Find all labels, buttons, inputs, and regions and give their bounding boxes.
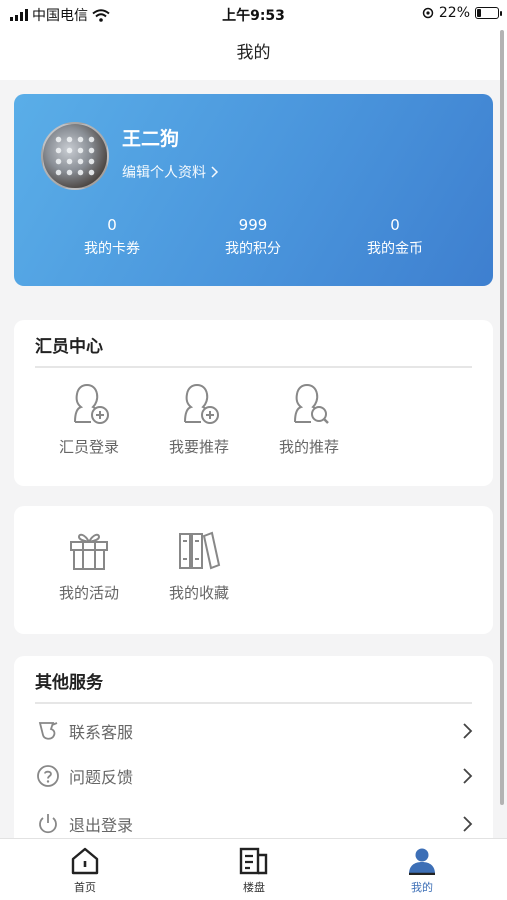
chevron-right-icon (463, 768, 473, 784)
row-label: 问题反馈 (69, 768, 134, 787)
home-icon (71, 847, 99, 875)
divider (35, 366, 472, 368)
grid-item-label: 我的收藏 (168, 584, 229, 602)
profile-card: 王二狗 编辑个人资料 0 我的卡券 999 我的积分 0 我的金币 (14, 94, 493, 286)
tab-bar: 首页 楼盘 我的 (0, 838, 507, 900)
customer-service-icon (38, 722, 58, 740)
profile-name: 王二狗 (122, 128, 180, 150)
grid-item-label: 汇员登录 (58, 438, 119, 456)
tab-buildings[interactable]: 楼盘 (214, 847, 294, 895)
grid-item-label: 我的活动 (58, 584, 119, 602)
user-add-icon (74, 383, 109, 424)
section-title: 汇员中心 (35, 337, 103, 357)
orientation-lock-icon (422, 7, 434, 19)
power-icon (39, 814, 57, 834)
tab-home[interactable]: 首页 (45, 847, 125, 895)
stat-coupons[interactable]: 0 我的卡券 (47, 216, 177, 258)
activity-card: 我的活动 我的收藏 (14, 506, 493, 634)
building-list-icon (239, 847, 268, 875)
edit-profile-link[interactable]: 编辑个人资料 (122, 162, 220, 182)
grid-item-label: 我的推荐 (278, 438, 339, 456)
avatar[interactable] (41, 122, 109, 190)
books-icon (179, 531, 221, 570)
tab-label: 我的 (411, 881, 433, 894)
divider (35, 702, 472, 704)
question-icon (37, 765, 59, 787)
member-login-button[interactable]: 汇员登录 (44, 382, 134, 457)
battery-percent: 22% (438, 5, 470, 21)
contact-service-row[interactable]: 联系客服 (35, 711, 475, 751)
stat-value: 999 (238, 216, 268, 234)
tab-label: 首页 (74, 881, 96, 894)
chevron-right-icon (463, 723, 473, 739)
stat-label: 我的卡券 (84, 241, 140, 257)
user-search-icon (294, 383, 329, 424)
chevron-right-icon (463, 816, 473, 832)
battery-icon (475, 7, 502, 19)
tab-label: 楼盘 (243, 881, 265, 894)
stat-value: 0 (107, 216, 117, 234)
status-bar: 中国电信 上午9:53 22% (0, 0, 507, 28)
stat-coins[interactable]: 0 我的金币 (330, 216, 460, 258)
feedback-row[interactable]: 问题反馈 (35, 756, 475, 796)
scrollbar[interactable] (500, 30, 504, 805)
other-services-card: 其他服务 联系客服 问题反馈 退出登录 (14, 656, 493, 856)
stat-points[interactable]: 999 我的积分 (188, 216, 318, 258)
page-title: 我的 (0, 28, 507, 80)
row-label: 联系客服 (69, 723, 134, 742)
stat-value: 0 (390, 216, 400, 234)
my-favorites-button[interactable]: 我的收藏 (154, 528, 244, 603)
my-recommendations-button[interactable]: 我的推荐 (264, 382, 354, 457)
my-activities-button[interactable]: 我的活动 (44, 528, 134, 603)
chevron-right-icon (211, 166, 219, 178)
row-label: 退出登录 (69, 816, 134, 835)
recommend-button[interactable]: 我要推荐 (154, 382, 244, 457)
user-add-icon (184, 383, 219, 424)
tab-mine[interactable]: 我的 (382, 847, 462, 895)
gift-icon (70, 533, 108, 570)
user-icon (409, 848, 435, 875)
stat-label: 我的积分 (225, 241, 281, 257)
section-title: 其他服务 (35, 673, 103, 693)
grid-item-label: 我要推荐 (168, 438, 229, 456)
edit-profile-label: 编辑个人资料 (122, 165, 206, 181)
member-center-card: 汇员中心 汇员登录 我要推荐 我的推荐 (14, 320, 493, 486)
stat-label: 我的金币 (367, 241, 423, 257)
